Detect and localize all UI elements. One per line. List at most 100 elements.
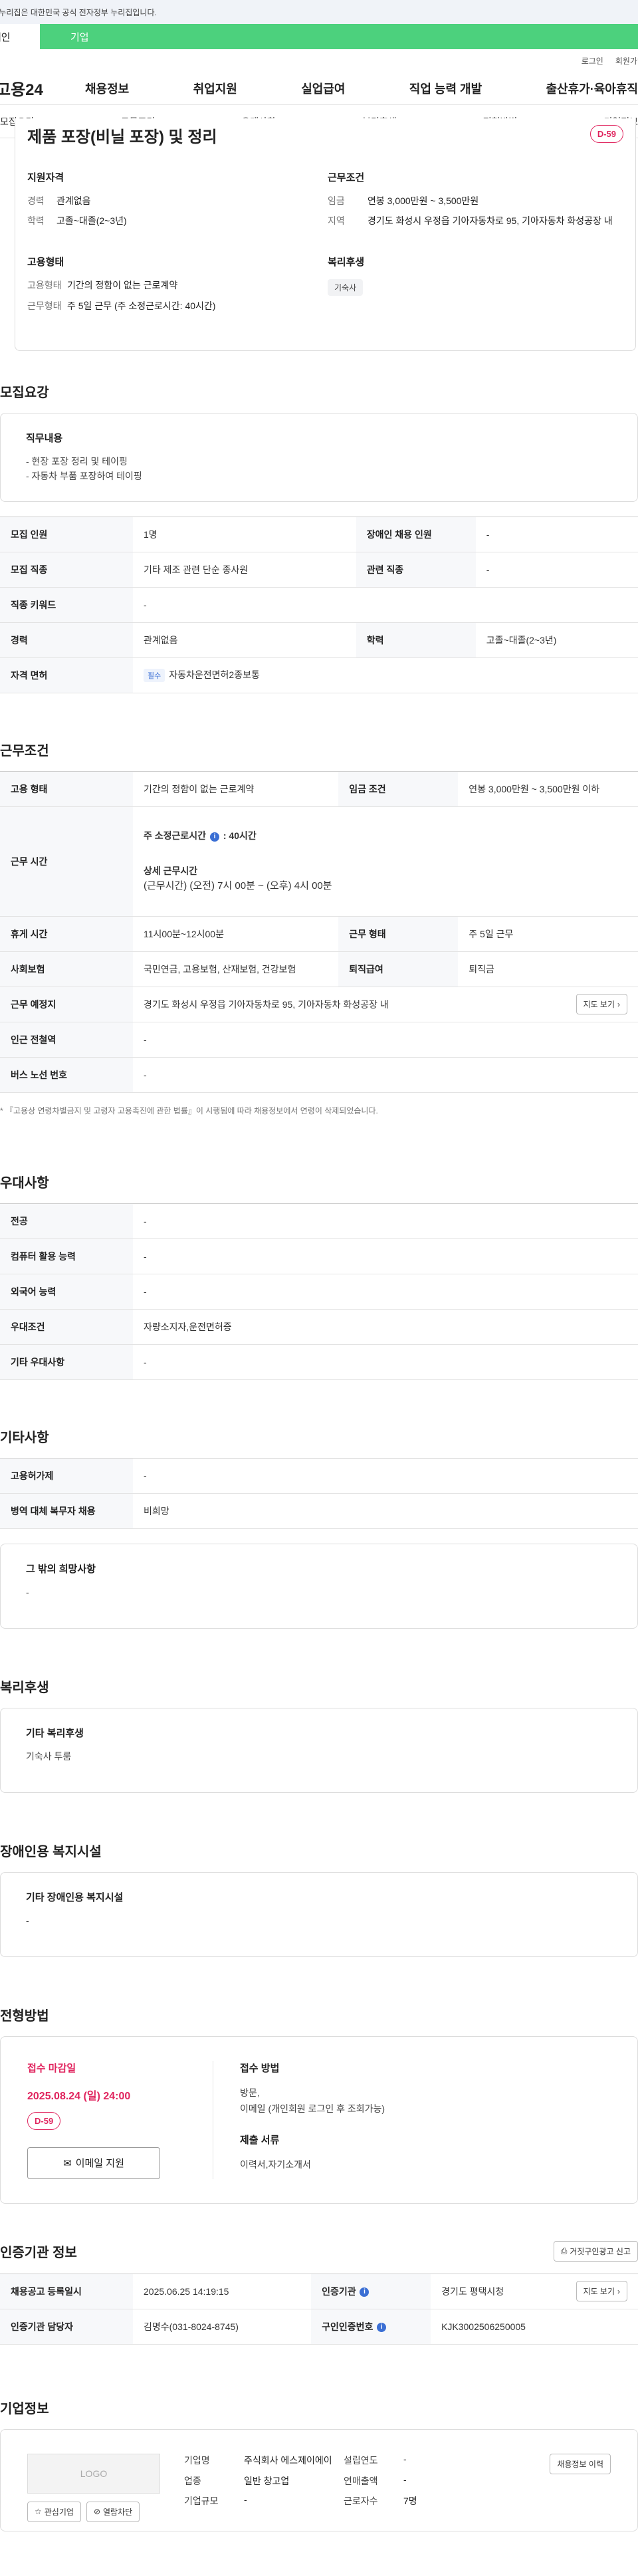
emp-type-key: 고용형태 xyxy=(27,280,62,291)
site-logo[interactable]: 고용24 xyxy=(0,76,85,100)
table-row: 우대조건 자량소지자,운전면허증 xyxy=(0,1309,638,1345)
method-line-1: 방문, xyxy=(240,2087,260,2098)
industry-value: 일반 창고업 xyxy=(244,2475,290,2486)
career-key: 경력 xyxy=(27,195,45,206)
deadline-label: 접수 마감일 xyxy=(27,2062,76,2074)
deadline-panel: 접수 마감일 2025.08.24 (일) 24:00 D-59 ✉ 이메일 지… xyxy=(27,2060,213,2179)
dday-badge: D-59 xyxy=(589,125,623,143)
retirement-key: 퇴직급여 xyxy=(338,951,459,987)
pc-skill-key: 컴퓨터 활용 능력 xyxy=(0,1238,133,1274)
conditions-section: 근무조건 고용 형태 기간의 정함이 없는 근로계약 임금 조건 연봉 3,000만원… xyxy=(0,740,638,1116)
form-value: 주 5일 근무 xyxy=(458,916,638,952)
block-icon: ⊘ xyxy=(93,2507,100,2517)
welfare-heading: 복리후생 xyxy=(328,257,365,269)
benefits-value: 기숙사 투룸 xyxy=(26,1750,72,1762)
gnb-parental-leave[interactable]: 출산휴가·육아휴직 xyxy=(546,80,638,97)
cert-org-cell: 경기도 평택시청 지도 보기 › xyxy=(431,2274,638,2309)
table-row: 휴게 시간 11시00분~12시00분 근무 형태 주 5일 근무 xyxy=(0,916,638,952)
wish-box: 그 밖의 희망사항 - xyxy=(0,1543,638,1629)
workplace-value: 경기도 화성시 우정읍 기아자동차로 95, 기아자동차 화성공장 내 xyxy=(144,998,389,1010)
job-history-button[interactable]: 채용정보 이력 xyxy=(550,2453,611,2474)
table-edu-key: 학력 xyxy=(356,622,476,658)
military-key: 병역 대체 복무자 채용 xyxy=(0,1493,133,1529)
reg-date-key: 채용공고 등록일시 xyxy=(0,2274,133,2309)
job-value: 기타 제조 관련 단순 종사원 xyxy=(133,552,356,588)
info-icon[interactable]: i xyxy=(377,2323,387,2333)
table-row: 기타 우대사항 - xyxy=(0,1344,638,1380)
signup-link[interactable]: 회원가입 xyxy=(615,55,638,66)
certification-title: 인증기관 정보 xyxy=(0,2245,77,2260)
recruit-table: 모집 인원 1명 장애인 채용 인원 - 모집 직종 기타 제조 관련 단순 종사원 관련… xyxy=(0,516,638,693)
subway-value: - xyxy=(133,1022,638,1058)
gov-banner-text: 이 누리집은 대한민국 공식 전자정부 누리집입니다. xyxy=(0,7,157,17)
job-key: 모집 직종 xyxy=(0,552,133,588)
military-value: 비희망 xyxy=(133,1493,638,1529)
break-key: 휴게 시간 xyxy=(0,916,133,952)
prefer-etc-value: - xyxy=(133,1344,638,1380)
table-row: 전공 - xyxy=(0,1203,638,1239)
company-section: 기업정보 LOGO ☆ 관심기업 ⊘ 열람차단 기업명 주식회사 에스제이에이 설립연… xyxy=(0,2398,638,2531)
employment-heading: 고용형태 xyxy=(27,257,64,269)
reg-date-value: 2025.06.25 14:19:15 xyxy=(133,2274,312,2309)
company-title: 기업정보 xyxy=(0,2401,49,2416)
disability-facility-box: 기타 장애인용 복지시설 - xyxy=(0,1871,638,1957)
tab-business[interactable]: 기업 xyxy=(40,24,173,49)
email-apply-button[interactable]: ✉ 이메일 지원 xyxy=(27,2147,160,2179)
prefer-cond-key: 우대조건 xyxy=(0,1309,133,1345)
method-line-2: 이메일 (개인회원 로그인 후 조회가능) xyxy=(240,2103,385,2114)
recruit-section: 모집요강 직무내용 - 현장 포장 정리 및 테이핑 - 자동차 부품 포장하여… xyxy=(0,382,638,693)
site-logo-text: 고용24 xyxy=(0,81,43,99)
block-view-button[interactable]: ⊘ 열람차단 xyxy=(86,2501,140,2522)
gnb-skill-development[interactable]: 직업 능력 개발 xyxy=(409,80,482,97)
other-title: 기타사항 xyxy=(0,1430,49,1445)
bus-key: 버스 노선 번호 xyxy=(0,1057,133,1093)
major-key: 전공 xyxy=(0,1203,133,1239)
welfare-chip: 기숙사 xyxy=(328,279,364,296)
conditions-title: 근무조건 xyxy=(0,743,49,759)
job-title: 제품 포장(비닐 포장) 및 정리 xyxy=(27,128,217,146)
table-row: 모집 직종 기타 제조 관련 단순 종사원 관련 직종 - xyxy=(0,552,638,588)
map-button[interactable]: 지도 보기 › xyxy=(576,994,627,1015)
disability-facility-section: 장애인용 복지시설 기타 장애인용 복지시설 - xyxy=(0,1841,638,1957)
pc-skill-value: - xyxy=(133,1238,638,1274)
retirement-value: 퇴직금 xyxy=(458,951,638,987)
cert-map-button[interactable]: 지도 보기 › xyxy=(576,2281,627,2302)
duty-line-1: - 현장 포장 정리 및 테이핑 xyxy=(26,456,128,467)
major-value: - xyxy=(133,1203,638,1239)
work-form-value: 주 5일 근무 (주 소정근로시간: 40시간) xyxy=(67,300,216,311)
license-key: 자격 면허 xyxy=(0,657,133,693)
favorite-company-button[interactable]: ☆ 관심기업 xyxy=(27,2501,81,2522)
login-link[interactable]: 로그인 xyxy=(582,55,603,66)
gnb-unemployment-benefit[interactable]: 실업급여 xyxy=(301,80,345,97)
permit-value: - xyxy=(133,1458,638,1494)
info-icon[interactable]: i xyxy=(360,2287,370,2297)
gnb-employment-support[interactable]: 취업지원 xyxy=(193,80,237,97)
table-row: 인근 전철역 - xyxy=(0,1022,638,1058)
table-row: 외국어 능력 - xyxy=(0,1274,638,1310)
sales-key: 연매출액 xyxy=(344,2475,378,2486)
benefits-section: 복리후생 기타 복리후생 기숙사 투룸 xyxy=(0,1677,638,1793)
report-false-ad-button[interactable]: ⎙ 거짓구인광고 신고 xyxy=(553,2240,638,2262)
table-row: 컴퓨터 활용 능력 - xyxy=(0,1238,638,1274)
detail-hours-label: 상세 근무시간 xyxy=(144,865,198,876)
table-row: 자격 면허 필수 자동차운전면허2종보통 xyxy=(0,657,638,693)
bus-value: - xyxy=(133,1057,638,1093)
wage-value: 연봉 3,000만원 ~ 3,500만원 xyxy=(368,195,479,206)
tab-personal[interactable]: 개인 xyxy=(0,24,40,49)
table-row: 모집 인원 1명 장애인 채용 인원 - xyxy=(0,517,638,552)
job-summary-card: 제품 포장(비닐 포장) 및 정리 D-59 지원자격 경력 관계없음 학력 고졸~… xyxy=(15,118,636,351)
license-value: 자동차운전면허2종보통 xyxy=(169,669,260,681)
emp-type-value: 기간의 정함이 없는 근로계약 xyxy=(67,280,178,291)
gnb-jobs[interactable]: 채용정보 xyxy=(85,80,129,97)
prefer-section: 우대사항 전공 - 컴퓨터 활용 능력 - 외국어 능력 - 우대조건 자량소지자,운전… xyxy=(0,1172,638,1380)
break-value: 11시00분~12시00분 xyxy=(133,916,339,952)
prefer-cond-value: 자량소지자,운전면허증 xyxy=(133,1309,638,1345)
table-row: 채용공고 등록일시 2025.06.25 14:19:15 인증기관 i 경기도 평택… xyxy=(0,2274,638,2309)
deadline-date: 2025.08.24 (일) 24:00 xyxy=(27,2090,131,2102)
block-label: 열람차단 xyxy=(103,2507,133,2517)
career-value: 관계없음 xyxy=(56,195,91,206)
subway-key: 인근 전철역 xyxy=(0,1022,133,1058)
count-value: 1명 xyxy=(133,517,356,552)
info-icon[interactable]: i xyxy=(209,832,219,842)
industry-key: 업종 xyxy=(184,2475,201,2486)
